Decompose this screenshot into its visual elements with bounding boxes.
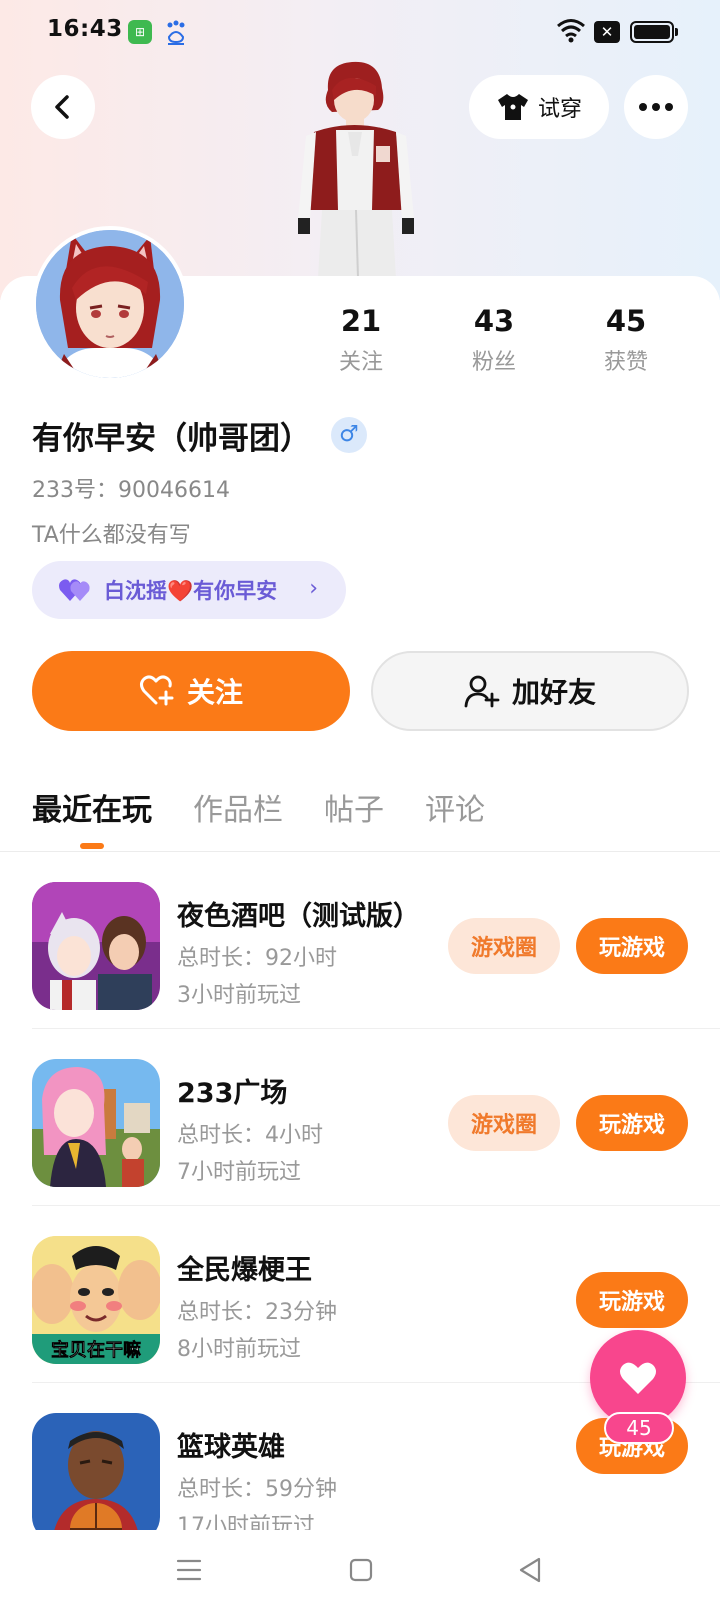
game-icon	[32, 1413, 160, 1530]
game-circle-button[interactable]: 游戏圈	[448, 918, 560, 974]
game-list-item[interactable]: 夜色酒吧（测试版） 总时长：92小时 3小时前玩过 游戏圈 玩游戏	[0, 852, 720, 1029]
stat-label: 关注	[338, 350, 383, 375]
user-id: 233号：90046614	[32, 478, 230, 503]
game-last-played: 7小时前玩过	[177, 1160, 301, 1185]
like-count-badge: 45	[604, 1412, 674, 1444]
app-notification-icon: ⊞	[128, 20, 152, 44]
play-game-button[interactable]: 玩游戏	[576, 1272, 688, 1328]
tab-comments[interactable]: 评论	[425, 785, 485, 829]
more-dots-icon	[639, 103, 673, 111]
relationship-badge[interactable]: 白沈摇❤️有你早安 ›	[32, 561, 346, 619]
add-friend-label: 加好友	[511, 676, 596, 709]
game-name: 233广场	[177, 1078, 288, 1109]
avatar-3d-character[interactable]	[296, 60, 426, 279]
back-triangle-icon[interactable]	[518, 1557, 542, 1583]
game-icon-caption: 宝贝在干嘛	[51, 1340, 142, 1362]
tab-works[interactable]: 作品栏	[193, 785, 283, 829]
game-total-time: 总时长：59分钟	[177, 1477, 337, 1502]
heart-icon	[620, 1362, 656, 1394]
game-total-time: 总时长：4小时	[177, 1123, 323, 1148]
follow-button[interactable]: 关注	[32, 651, 350, 731]
relationship-label: 白沈摇❤️有你早安	[104, 579, 278, 603]
gender-male-icon: ♂	[331, 417, 367, 453]
stat-label: 粉丝	[471, 350, 516, 375]
menu-icon[interactable]	[176, 1558, 202, 1582]
home-square-icon[interactable]	[349, 1558, 373, 1582]
stat-label: 获赞	[603, 350, 648, 375]
user-nickname: 有你早安（帅哥团）	[32, 421, 311, 457]
status-bar: 16:43 ⊞ ✕	[0, 0, 720, 66]
game-total-time: 总时长：92小时	[177, 946, 337, 971]
chevron-left-icon	[55, 95, 69, 119]
battery-icon	[630, 21, 674, 43]
stat-value: 21	[340, 304, 382, 338]
profile-tabs: 最近在玩 作品栏 帖子 评论	[32, 785, 526, 829]
stat-likes-received[interactable]: 45 获赞	[576, 304, 676, 376]
stat-value: 45	[605, 304, 647, 338]
add-user-icon	[464, 675, 500, 708]
stat-following[interactable]: 21 关注	[311, 304, 411, 376]
try-on-button[interactable]: 试穿	[469, 75, 609, 139]
more-options-button[interactable]	[624, 75, 688, 139]
stat-followers[interactable]: 43 粉丝	[444, 304, 544, 376]
user-bio: TA什么都没有写	[32, 523, 191, 548]
system-navigation-bar	[0, 1530, 720, 1612]
game-icon	[32, 882, 160, 1010]
tab-recently-played[interactable]: 最近在玩	[32, 785, 152, 829]
status-time: 16:43	[47, 16, 123, 42]
game-last-played: 8小时前玩过	[177, 1337, 301, 1362]
add-friend-button[interactable]: 加好友	[371, 651, 689, 731]
no-sim-icon: ✕	[594, 21, 620, 43]
chevron-right-icon: ›	[309, 576, 318, 601]
back-button[interactable]	[31, 75, 95, 139]
game-icon	[32, 1059, 160, 1187]
double-heart-icon	[59, 579, 90, 601]
baidu-notification-icon	[167, 20, 185, 45]
game-name: 全民爆梗王	[177, 1255, 312, 1286]
game-icon: 宝贝在干嘛	[32, 1236, 160, 1364]
avatar-portrait	[36, 230, 184, 378]
battery-tip	[675, 28, 678, 36]
play-game-button[interactable]: 玩游戏	[576, 918, 688, 974]
game-total-time: 总时长：23分钟	[177, 1300, 337, 1325]
game-last-played: 17小时前玩过	[177, 1514, 315, 1530]
try-on-label: 试穿	[537, 97, 582, 122]
game-list-item[interactable]: 233广场 总时长：4小时 7小时前玩过 游戏圈 玩游戏	[0, 1029, 720, 1206]
game-last-played: 3小时前玩过	[177, 983, 301, 1008]
game-circle-button[interactable]: 游戏圈	[448, 1095, 560, 1151]
heart-plus-icon	[139, 675, 174, 706]
tshirt-icon	[497, 94, 528, 120]
active-tab-indicator	[80, 843, 104, 849]
character-figure	[298, 61, 414, 279]
user-avatar[interactable]	[32, 226, 188, 382]
wifi-icon	[557, 19, 585, 43]
play-game-button[interactable]: 玩游戏	[576, 1095, 688, 1151]
game-name: 夜色酒吧（测试版）	[177, 901, 420, 932]
stat-value: 43	[473, 304, 515, 338]
tab-posts[interactable]: 帖子	[324, 785, 384, 829]
game-name: 篮球英雄	[177, 1432, 285, 1463]
follow-label: 关注	[186, 676, 243, 709]
